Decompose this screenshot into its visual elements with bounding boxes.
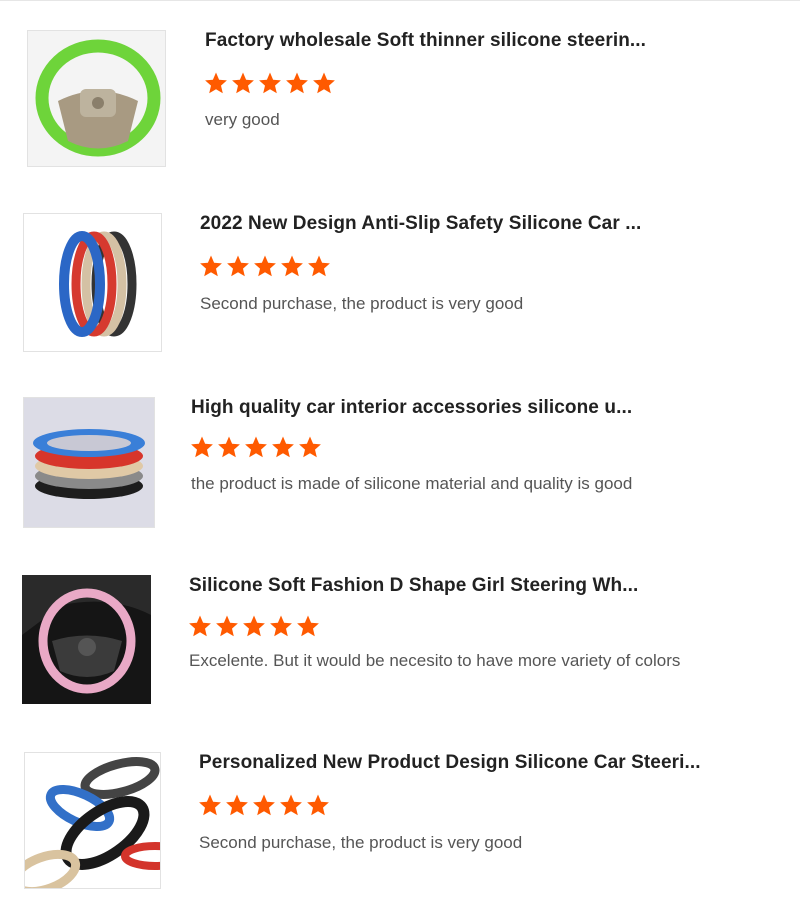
- product-thumbnail[interactable]: [23, 397, 155, 528]
- review-comment: the product is made of silicone material…: [191, 474, 633, 493]
- star-icon: [245, 436, 267, 458]
- star-icon: [254, 255, 276, 277]
- star-icon: [216, 615, 238, 637]
- product-thumbnail[interactable]: [24, 752, 161, 889]
- product-thumbnail[interactable]: [23, 213, 162, 352]
- star-icon: [200, 255, 222, 277]
- pink-steering-cover-image: [22, 575, 151, 704]
- star-icon: [272, 436, 294, 458]
- star-icon: [270, 615, 292, 637]
- star-icon: [218, 436, 240, 458]
- star-icon: [189, 615, 211, 637]
- star-icon: [199, 794, 221, 816]
- product-title[interactable]: Silicone Soft Fashion D Shape Girl Steer…: [189, 575, 638, 597]
- star-icon: [299, 436, 321, 458]
- star-rating: [198, 793, 330, 819]
- review-comment: Second purchase, the product is very goo…: [200, 294, 524, 313]
- product-title[interactable]: 2022 New Design Anti-Slip Safety Silicon…: [200, 213, 641, 235]
- product-title[interactable]: Personalized New Product Design Silicone…: [199, 752, 701, 774]
- star-icon: [297, 615, 319, 637]
- star-rating: [188, 614, 320, 640]
- star-icon: [253, 794, 275, 816]
- assorted-steering-covers-image: [25, 753, 160, 888]
- review-comment: Second purchase, the product is very goo…: [199, 833, 523, 852]
- star-icon: [280, 794, 302, 816]
- star-icon: [308, 255, 330, 277]
- star-icon: [307, 794, 329, 816]
- star-icon: [243, 615, 265, 637]
- product-thumbnail[interactable]: [22, 575, 151, 704]
- stacked-steering-covers-image: [24, 398, 154, 527]
- review-comment: Excelente. But it would be necesito to h…: [189, 651, 681, 670]
- multicolor-steering-covers-image: [24, 214, 161, 351]
- star-rating: [199, 254, 331, 280]
- star-rating: [190, 435, 322, 461]
- star-icon: [226, 794, 248, 816]
- star-icon: [191, 436, 213, 458]
- product-title[interactable]: High quality car interior accessories si…: [191, 397, 632, 419]
- star-icon: [227, 255, 249, 277]
- review-item: Personalized New Product Design Silicone…: [0, 0, 800, 889]
- star-icon: [281, 255, 303, 277]
